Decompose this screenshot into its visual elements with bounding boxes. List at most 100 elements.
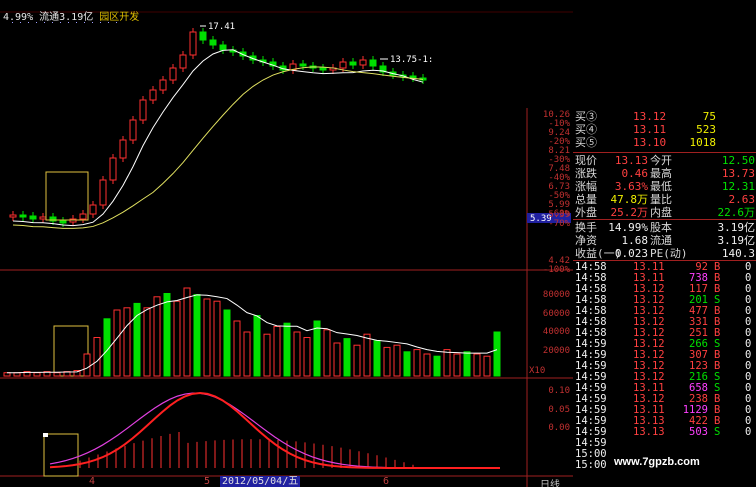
- period-label[interactable]: 日线: [540, 476, 560, 487]
- stat-label: 涨幅: [575, 180, 597, 193]
- stat-row: 总量 47.8万 量比 2.63: [573, 193, 756, 206]
- volume-bar: [423, 353, 431, 377]
- high-price-label: 17.41: [208, 22, 235, 32]
- stock-info-line: 4.99% 流通3.19亿 园区开发: [3, 8, 139, 23]
- tick-count: 0: [745, 426, 752, 438]
- candlestick-chart[interactable]: 17.4113.75-1:5.39: [0, 0, 573, 487]
- volume-bar: [323, 329, 331, 377]
- stat-value-2: 22.6万: [717, 206, 756, 219]
- stat-value: 47.8万: [610, 193, 649, 206]
- bid-row: 买④ 13.11 523: [573, 123, 756, 136]
- volume-axis-label: 60000: [542, 309, 570, 319]
- stat-label-2: 今开: [650, 154, 672, 167]
- volume-bar: [213, 300, 221, 377]
- stat-label-2: 量比: [650, 193, 672, 206]
- stat-value-2: 12.31: [721, 180, 755, 193]
- volume-bar: [283, 322, 291, 377]
- volume-bar: [223, 309, 231, 377]
- volume-bar: [263, 333, 271, 377]
- candle: [109, 157, 117, 181]
- tick-price: 13.13: [633, 426, 665, 438]
- volume-bar: [433, 355, 441, 377]
- highlight-box-volume: [53, 325, 89, 377]
- volume-bar: [33, 372, 41, 377]
- info-label: 净资: [575, 234, 597, 247]
- volume-bar: [203, 298, 211, 377]
- x-tick-6: 6: [383, 476, 390, 487]
- candle: [339, 61, 347, 69]
- volume-bar: [343, 338, 351, 377]
- volume-bar: [163, 293, 171, 377]
- stat-label-2: 内盘: [650, 206, 672, 219]
- watermark-text: www.7gpzb.com: [614, 456, 700, 468]
- stat-value-2: 2.63: [728, 193, 756, 206]
- concept-tag[interactable]: 园区开发: [99, 12, 139, 23]
- volume-bar: [333, 342, 341, 377]
- candle: [9, 214, 17, 218]
- quote-panel: 买③ 13.12 75 买④ 13.11 523 买⑤ 13.10 1018 现价 1…: [573, 108, 756, 487]
- candle: [29, 215, 37, 220]
- candle: [99, 179, 107, 206]
- candle: [189, 31, 197, 56]
- stat-row: 现价 13.13 今开 12.50: [573, 154, 756, 167]
- info-label: 换手: [575, 221, 597, 234]
- volume-bar: [83, 353, 91, 377]
- info-value: 1.68: [621, 234, 649, 247]
- price-axis-label: 10.26 -10%: [528, 111, 570, 129]
- volume-bar: [273, 326, 281, 377]
- volume-bar: [393, 344, 401, 377]
- candle: [209, 39, 217, 46]
- info-value: 14.99%: [608, 221, 648, 234]
- volume-unit: X10: [529, 366, 546, 376]
- volume-bar: [183, 287, 191, 377]
- float-value: 3.19亿: [59, 12, 94, 23]
- info-row: 收益(一) 0.023 PE(动) 140.3: [573, 247, 756, 260]
- highlight-box-price: [45, 171, 89, 221]
- volume-bar: [313, 320, 321, 377]
- cursor-date: 2012/05/04/五: [220, 476, 301, 487]
- candle: [119, 139, 127, 159]
- candle: [139, 99, 147, 121]
- candle: [369, 59, 377, 67]
- volume-bar: [123, 307, 131, 377]
- volume-bar: [153, 296, 161, 377]
- volume-bar: [443, 349, 451, 377]
- price-axis-pct: -70%: [548, 219, 570, 229]
- bid-row: 买⑤ 13.10 1018: [573, 136, 756, 149]
- info-label-2: 股本: [650, 221, 672, 234]
- price-axis-label: 8.21 -30%: [528, 147, 570, 165]
- price-axis-label: 6.73 -50%: [528, 183, 570, 201]
- info-value-2: 3.19亿: [717, 221, 756, 234]
- volume-bar: [483, 355, 491, 377]
- volume-bar: [453, 353, 461, 377]
- stat-label: 外盘: [575, 206, 597, 219]
- stat-value: 0.46: [621, 167, 649, 180]
- macd-dea-line: [49, 392, 500, 469]
- candle: [159, 79, 167, 91]
- bid-price: 13.10: [633, 136, 667, 149]
- volume-bar: [173, 300, 181, 377]
- bid-price: 13.12: [633, 110, 667, 123]
- price-axis-label: 5.39 -70%: [528, 211, 570, 229]
- candle: [199, 31, 207, 41]
- x-tick-4: 4: [89, 476, 96, 487]
- float-label: 流通: [39, 12, 60, 23]
- volume-bar: [473, 353, 481, 377]
- volume-bar: [493, 331, 501, 377]
- stat-value: 25.2万: [610, 206, 649, 219]
- volume-bar: [53, 372, 61, 377]
- stat-label-2: 最高: [650, 167, 672, 180]
- ma-fast-line: [12, 49, 424, 227]
- change-percent: 4.99%: [3, 12, 34, 23]
- ma-slow-line: [12, 66, 424, 229]
- x-tick-5: 5: [204, 476, 211, 487]
- stat-row: 涨跌 0.46 最高 13.73: [573, 167, 756, 180]
- volume-bar: [93, 337, 101, 377]
- bid-row: 买③ 13.12 75: [573, 110, 756, 123]
- volume-bar: [293, 331, 301, 377]
- candle: [349, 61, 357, 66]
- stat-value-2: 12.50: [721, 154, 755, 167]
- stat-row: 涨幅 3.63% 最低 12.31: [573, 180, 756, 193]
- volume-bar: [303, 337, 311, 377]
- bid-label: 买⑤: [575, 136, 597, 149]
